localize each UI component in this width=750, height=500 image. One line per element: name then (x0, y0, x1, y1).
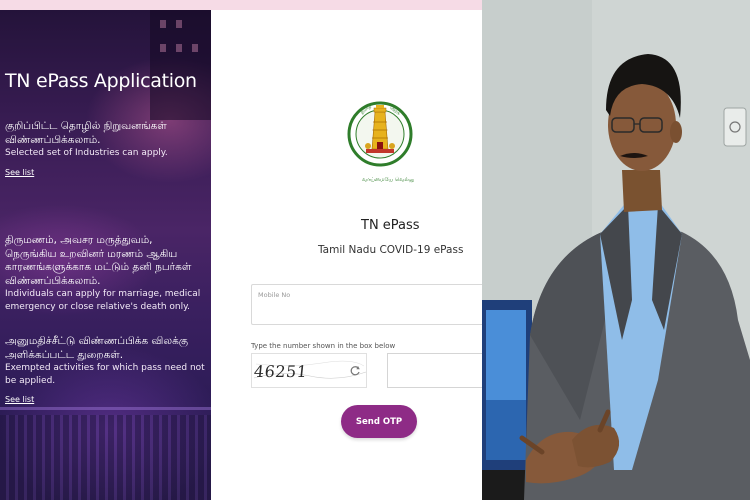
captcha-label: Type the number shown in the box below (251, 342, 396, 350)
svg-text:வாய்மையே வெல்லும்: வாய்மையே வெல்லும் (362, 176, 414, 183)
info-panel: TN ePass Application குறிப்பிட்ட தொழில் … (0, 10, 211, 500)
top-band (0, 0, 482, 10)
info-section-english-text: Exempted activities for which pass need … (5, 363, 205, 386)
form-title: TN ePass (361, 218, 420, 233)
captcha-image: 46251 (251, 353, 367, 388)
captcha-text: 46251 (253, 362, 309, 381)
info-section-english-text: Selected set of Industries can apply. (5, 148, 168, 158)
epass-form: தமிழ் அரசு வாய்மையே வெல்லும் TN ePass Ta… (211, 10, 482, 500)
info-section-industries: குறிப்பிட்ட தொழில் நிறுவனங்கள் விண்ணப்பி… (5, 120, 205, 179)
info-section-tamil-text: அனுமதிச்சீட்டு விண்ணப்பிக்க விலக்கு அளிக… (5, 335, 189, 361)
info-section-tamil-text: திருமணம், அவசர மருத்துவம், நெருங்கிய உறவ… (5, 234, 192, 287)
form-subtitle: Tamil Nadu COVID-19 ePass (318, 244, 464, 256)
info-section-exempted: அனுமதிச்சீட்டு விண்ணப்பிக்க விலக்கு அளிக… (5, 335, 205, 406)
mobile-label: Mobile No (258, 291, 291, 299)
app-title: TN ePass Application (5, 70, 197, 92)
screenshot-canvas: TN ePass Application குறிப்பிட்ட தொழில் … (0, 0, 750, 500)
info-section-tamil-text: குறிப்பிட்ட தொழில் நிறுவனங்கள் விண்ணப்பி… (5, 120, 167, 146)
see-list-link-industries[interactable]: See list (5, 168, 34, 177)
info-panel-content: TN ePass Application குறிப்பிட்ட தொழில் … (0, 10, 211, 500)
captcha-input[interactable] (387, 353, 482, 388)
info-section-individuals: திருமணம், அவசர மருத்துவம், நெருங்கிய உறவ… (5, 234, 205, 313)
refresh-icon[interactable] (349, 365, 361, 377)
person-photo-illustration (482, 0, 750, 500)
send-otp-button[interactable]: Send OTP (341, 405, 417, 438)
mobile-field[interactable]: Mobile No (251, 284, 482, 325)
tamil-nadu-emblem-icon: தமிழ் அரசு வாய்மையே வெல்லும் (347, 101, 414, 183)
person-photo (482, 0, 750, 500)
info-section-english-text: Individuals can apply for marriage, medi… (5, 289, 201, 312)
mobile-input[interactable] (256, 301, 476, 321)
see-list-link-exempted[interactable]: See list (5, 395, 34, 404)
